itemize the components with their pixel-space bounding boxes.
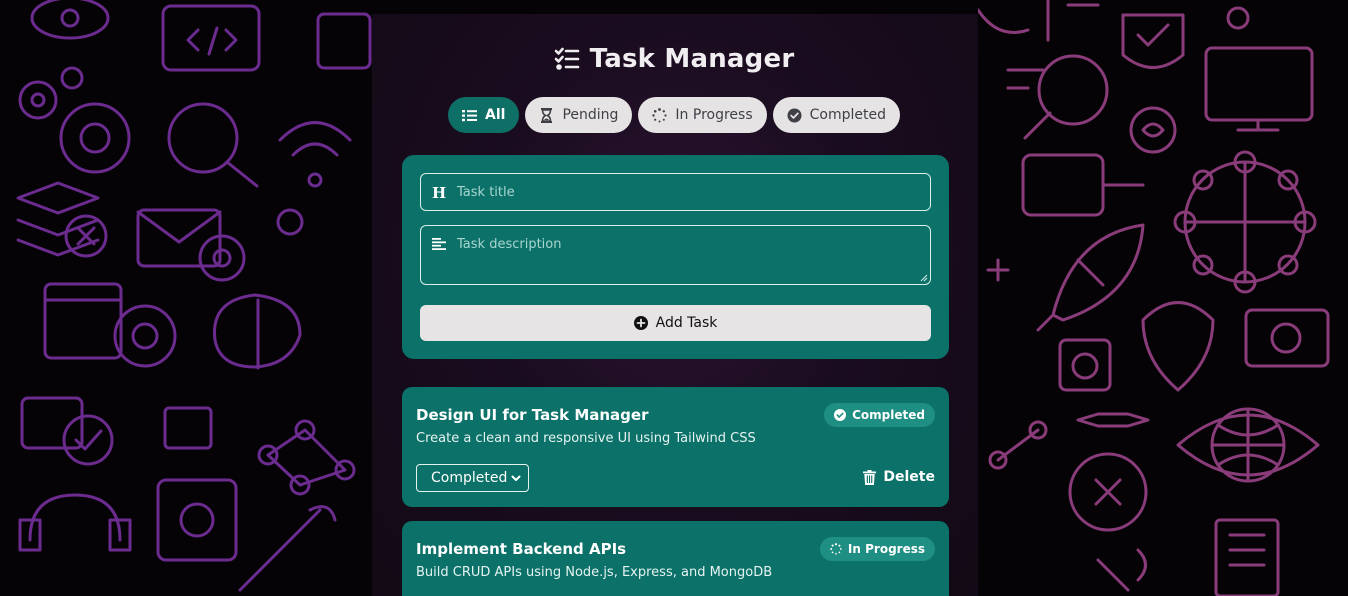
hourglass-icon [541, 107, 553, 123]
status-badge-label: In Progress [847, 542, 925, 556]
plus-circle-icon [633, 316, 648, 330]
heading-icon: H [432, 184, 447, 202]
status-badge: Completed [824, 403, 935, 427]
task-description: Build CRUD APIs using Node.js, Express, … [416, 565, 773, 580]
page-title: Task Manager [589, 44, 795, 74]
delete-label: Delete [883, 469, 935, 485]
filter-completed-label: Completed [809, 107, 886, 123]
status-select-value: Completed [431, 470, 508, 486]
doodle-background-left [16, 0, 372, 592]
task-title: Implement Backend APIs [416, 540, 627, 558]
task-title-input[interactable]: H Task title [420, 173, 931, 211]
trash-icon [863, 469, 877, 485]
task-description-input[interactable]: Task description [420, 225, 931, 285]
spinner-icon [652, 107, 668, 122]
check-circle-icon [834, 409, 847, 421]
tasks-list-icon [554, 47, 579, 70]
filter-bar: All Pending In Progress Completed [0, 97, 1348, 133]
new-task-form: H Task title Task description Add Task [402, 155, 949, 359]
add-task-label: Add Task [655, 315, 718, 331]
filter-completed-button[interactable]: Completed [772, 97, 900, 133]
task-card: Implement Backend APIs Build CRUD APIs u… [402, 521, 949, 596]
spinner-icon [830, 543, 842, 555]
filter-pending-button[interactable]: Pending [525, 97, 633, 133]
align-left-icon [432, 238, 446, 250]
task-title-placeholder: Task title [457, 185, 515, 200]
status-select[interactable]: Completed [416, 464, 529, 492]
task-description-placeholder: Task description [457, 237, 562, 252]
doodle-background-right [978, 0, 1330, 596]
delete-button[interactable]: Delete [863, 469, 935, 485]
add-task-button[interactable]: Add Task [420, 305, 931, 341]
status-badge-label: Completed [852, 408, 925, 422]
filter-pending-label: Pending [562, 107, 619, 123]
filter-in-progress-button[interactable]: In Progress [638, 97, 767, 133]
status-badge: In Progress [819, 537, 935, 561]
list-icon [462, 109, 478, 121]
task-description: Create a clean and responsive UI using T… [416, 431, 756, 446]
filter-in-progress-label: In Progress [675, 107, 753, 123]
filter-all-button[interactable]: All [448, 97, 520, 133]
filter-all-label: All [485, 107, 506, 123]
chevron-down-icon [511, 475, 521, 481]
app-header: Task Manager [0, 44, 1348, 74]
task-card: Design UI for Task Manager Create a clea… [402, 387, 949, 507]
check-circle-icon [787, 108, 802, 122]
resize-handle-icon[interactable] [920, 274, 928, 282]
task-title: Design UI for Task Manager [416, 406, 649, 424]
